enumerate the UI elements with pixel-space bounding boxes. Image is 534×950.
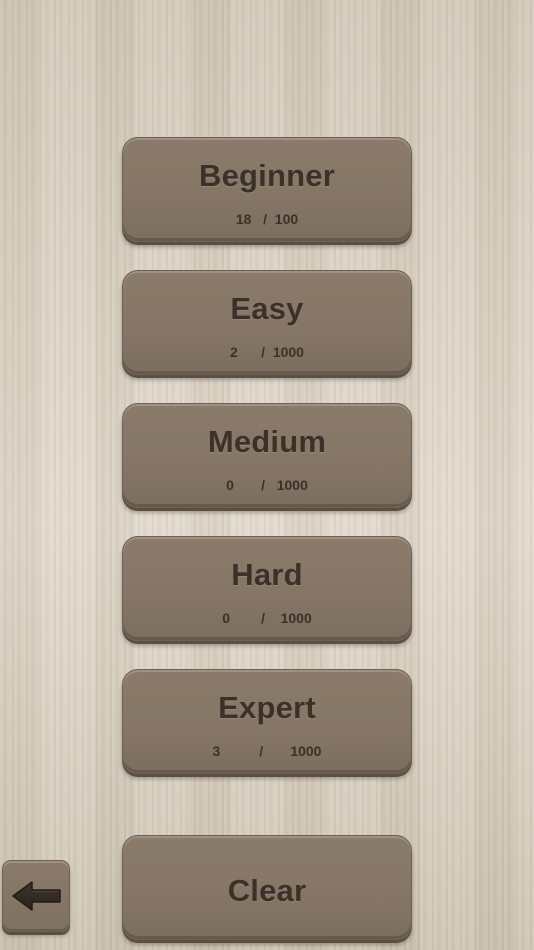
progress-separator: / (261, 610, 266, 626)
level-progress: 18 / 100 (123, 211, 411, 227)
level-title: Beginner (199, 158, 335, 193)
clear-button[interactable]: Clear (122, 835, 412, 940)
level-title: Hard (231, 557, 303, 592)
level-select-screen: { "levels": [ { "name": "Beginner", "com… (0, 0, 534, 950)
level-button-easy[interactable]: Easy 2 / 1000 (122, 270, 412, 375)
level-progress: 2 / 1000 (123, 344, 411, 360)
completed-count: 2 (230, 344, 238, 360)
clear-label: Clear (227, 873, 307, 908)
completed-count: 3 (212, 743, 221, 759)
progress-separator: / (263, 211, 267, 227)
level-title: Easy (230, 291, 304, 326)
completed-count: 0 (222, 610, 231, 626)
level-button-beginner[interactable]: Beginner 18 / 100 (122, 137, 412, 242)
level-list: Beginner 18 / 100 Easy 2 / 1000 Medium 0… (0, 0, 534, 950)
completed-count: 0 (226, 477, 234, 493)
progress-separator: / (259, 743, 264, 759)
level-title: Expert (218, 690, 316, 725)
total-count: 1000 (280, 610, 312, 626)
level-progress: 3 / 1000 (123, 743, 411, 759)
level-button-expert[interactable]: Expert 3 / 1000 (122, 669, 412, 774)
total-count: 1000 (276, 477, 308, 493)
total-count: 100 (274, 211, 299, 227)
progress-separator: / (261, 477, 266, 493)
completed-count: 18 (235, 211, 252, 227)
level-progress: 0 / 1000 (123, 477, 411, 493)
back-button[interactable] (2, 860, 70, 932)
level-button-hard[interactable]: Hard 0 / 1000 (122, 536, 412, 641)
left-arrow-icon (12, 881, 61, 911)
progress-separator: / (261, 344, 266, 360)
level-button-medium[interactable]: Medium 0 / 1000 (122, 403, 412, 508)
total-count: 1000 (290, 743, 322, 759)
level-progress: 0 / 1000 (123, 610, 411, 626)
level-title: Medium (207, 424, 327, 459)
total-count: 1000 (272, 344, 304, 360)
